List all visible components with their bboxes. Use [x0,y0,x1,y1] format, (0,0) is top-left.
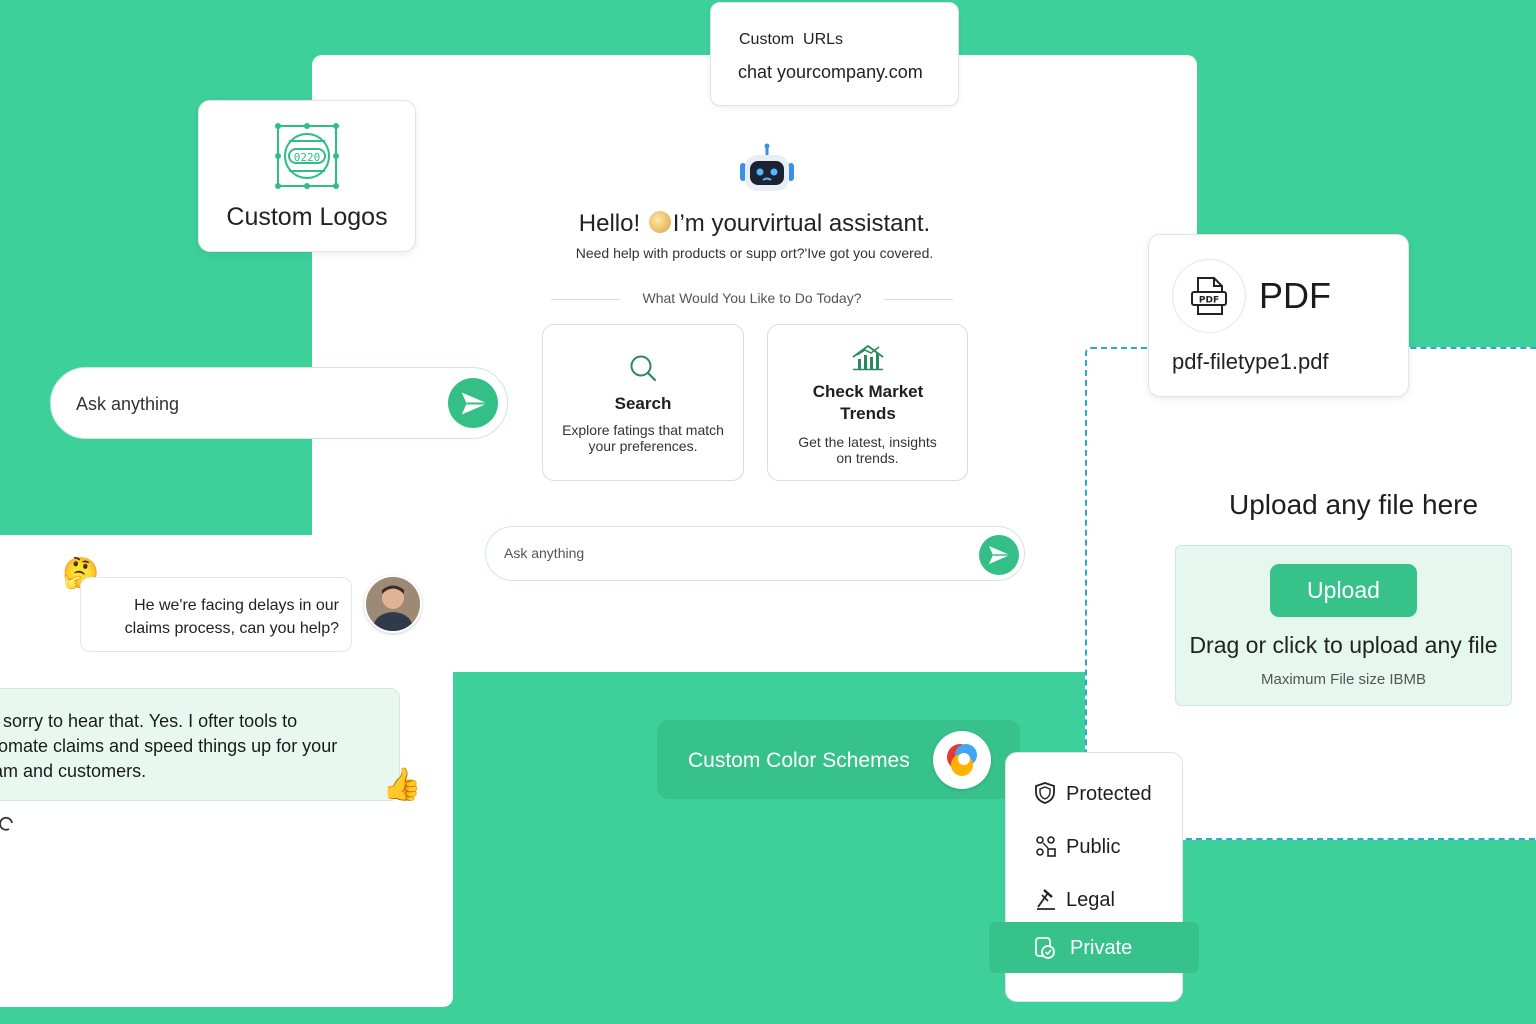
user-message-text: He we're facing delays in our claims pro… [124,597,339,637]
pdf-file-card[interactable]: PDF PDF pdf-filetype1.pdf [1148,234,1409,397]
custom-color-schemes-card: Custom Color Schemes [657,720,1020,799]
bot-message-text: m sorry to hear that. Yes. I ofter tools… [0,711,338,781]
waving-emoji-icon [648,211,671,233]
ask-input-placeholder: Ask anything [504,545,585,561]
svg-text:PDF: PDF [1199,296,1219,306]
pdf-icon-circle: PDF [1172,259,1246,333]
robot-icon [740,143,794,191]
upload-hint: Drag or click to upload any file [1189,632,1498,658]
custom-color-schemes-label: Custom Color Schemes [688,749,910,772]
pdf-filename: pdf-filetype1.pdf [1172,349,1329,374]
chart-house-icon [851,344,884,371]
upload-max-size: Maximum File size IBMB [1260,671,1427,688]
privacy-item-label: Protected [1066,783,1152,805]
people-icon [1036,836,1056,857]
user-message-bubble: He we're facing delays in our claims pro… [80,577,352,652]
thumbs-up-icon: 👍 [382,766,422,802]
market-trends-option-card[interactable]: Check Market Trends Get the latest, insi… [767,324,968,481]
chat-send-button[interactable] [448,378,498,428]
privacy-item-legal[interactable]: Legal [1006,877,1184,921]
custom-urls-card: Custom URLs chat yourcompany.com [710,2,959,106]
search-option-description: Explore fatings that match your preferen… [562,422,724,454]
privacy-item-private[interactable]: Private [989,922,1199,973]
greeting-subtitle: Need help with products or supp ort?'Ive… [575,245,934,261]
send-icon [989,546,1010,564]
privacy-item-label: Private [1070,937,1133,959]
greeting-title: Hello! I’m yourvirtual assistant. [312,210,1197,238]
upload-title: Upload any file here [1229,489,1479,520]
search-option-title: Search [614,394,672,413]
options-prompt: What Would You Like to Do Today? [551,290,953,306]
market-trends-option-title: Check Market Trends [812,382,924,423]
custom-urls-label: Custom URLs [739,31,844,48]
search-option-card[interactable]: Search Explore fatings that match your p… [542,324,744,481]
chat-ask-placeholder: Ask anything [76,394,180,414]
custom-url-value: chat yourcompany.com [738,62,923,82]
market-trends-option-description: Get the latest, insights on trends. [798,434,937,466]
svg-text:0220: 0220 [294,151,321,164]
user-avatar [364,575,422,633]
send-button[interactable] [979,535,1019,575]
greeting-hello: Hello! [578,210,641,237]
logo-placeholder-icon: 0220 [275,123,339,189]
upload-dropzone[interactable]: Upload Drag or click to upload any file … [1175,545,1512,706]
person-avatar-icon [366,577,420,631]
shield-icon [1035,782,1055,804]
refresh-icon[interactable] [0,815,15,835]
search-icon [630,355,657,382]
chat-panel: 🤔 He we're facing delays in our claims p… [0,535,453,1007]
bot-message-bubble: m sorry to hear that. Yes. I ofter tools… [0,688,400,801]
ask-input[interactable]: Ask anything [485,526,1025,581]
upload-button[interactable]: Upload [1270,564,1417,617]
pdf-type-label: PDF [1259,275,1331,316]
privacy-item-label: Public [1066,836,1121,858]
privacy-item-label: Legal [1066,889,1115,911]
greeting-rest: I’m yourvirtual assistant. [672,210,931,237]
private-lock-icon [1035,937,1055,959]
privacy-item-protected[interactable]: Protected [1006,771,1184,815]
custom-logos-card: 0220 Custom Logos [198,100,416,252]
pdf-file-icon: PDF [1191,277,1227,315]
gavel-icon [1037,889,1055,910]
custom-logos-label: Custom Logos [226,203,388,231]
privacy-item-public[interactable]: Public [1006,824,1184,868]
send-icon [461,392,488,415]
color-palette-icon [933,731,991,789]
chat-ask-input[interactable]: Ask anything [50,367,508,439]
